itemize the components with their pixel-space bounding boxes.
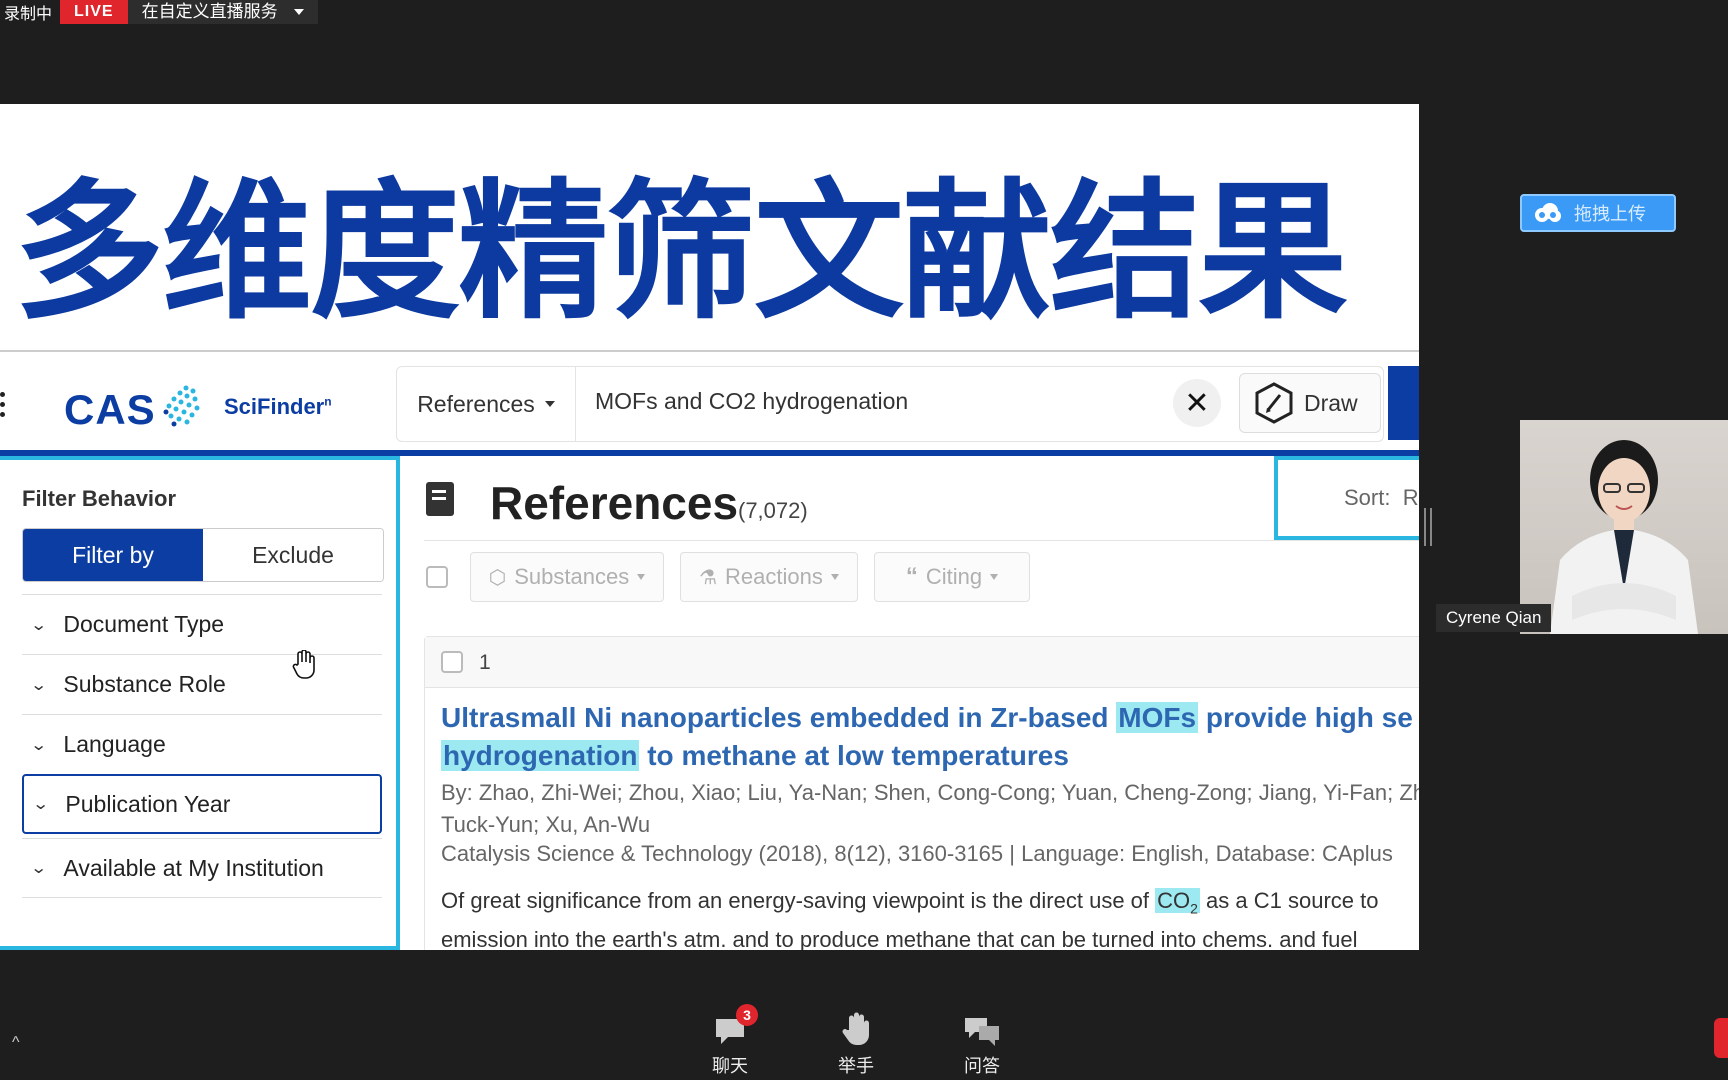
facet-label: Available at My Institution <box>63 854 324 881</box>
citing-label: Citing <box>925 564 983 589</box>
results-count: (7,072) <box>738 498 808 523</box>
filter-by-button[interactable]: Filter by <box>23 529 203 581</box>
substances-button[interactable]: ⬡ Substances <box>470 552 664 602</box>
draw-label: Draw <box>1304 389 1358 416</box>
filter-behavior-toggle: Filter by Exclude <box>22 528 384 582</box>
facet-publication-year[interactable]: ⌄ Publication Year <box>22 774 382 834</box>
raise-hand-label: 举手 <box>838 1056 874 1077</box>
select-all-checkbox[interactable] <box>426 566 448 588</box>
result-card: 1 Ultrasmall Ni nanoparticles embedded i… <box>424 636 1419 950</box>
qa-label: 问答 <box>964 1056 1000 1077</box>
qa-icon <box>965 1018 999 1046</box>
sort-value: R <box>1402 485 1419 510</box>
filter-panel: Filter Behavior Filter by Exclude ⌄ Docu… <box>0 456 400 950</box>
chevron-down-icon: ⌄ <box>31 796 50 813</box>
participant-video <box>1520 420 1728 634</box>
clear-search-button[interactable]: ✕ <box>1173 379 1221 427</box>
result-abstract: Of great significance from an energy-sav… <box>441 888 1379 950</box>
book-icon <box>426 482 454 516</box>
facet-document-type[interactable]: ⌄ Document Type <box>22 594 382 654</box>
facet-label: Language <box>63 731 166 757</box>
result-title-link[interactable]: Ultrasmall Ni nanoparticles embedded in … <box>441 699 1419 775</box>
chevron-down-icon: ⌄ <box>29 736 48 754</box>
substances-label: Substances <box>514 564 630 589</box>
facet-label: Document Type <box>63 611 225 637</box>
result-authors: By: Zhao, Zhi-Wei; Zhou, Xiao; Liu, Ya-N… <box>441 780 1419 837</box>
resize-handle[interactable] <box>1424 508 1432 546</box>
menu-icon[interactable] <box>0 392 6 422</box>
facet-label: Publication Year <box>65 790 231 817</box>
search-submit-button[interactable] <box>1388 366 1419 440</box>
hand-icon <box>842 1012 869 1045</box>
presenter-avatar <box>1550 440 1698 634</box>
leave-button[interactable] <box>1714 1018 1728 1058</box>
qa-button[interactable]: 问答 <box>942 1008 1022 1078</box>
participant-name-tag: Cyrene Qian <box>1436 604 1552 632</box>
chevron-down-icon: ⌄ <box>29 860 48 877</box>
draw-button[interactable]: Draw <box>1239 373 1381 433</box>
chevron-down-icon: ⌄ <box>29 676 48 694</box>
close-icon: ✕ <box>1184 386 1210 420</box>
upload-button[interactable]: 拖拽上传 <box>1520 194 1676 232</box>
upload-label: 拖拽上传 <box>1574 204 1646 225</box>
chevron-down-icon <box>544 401 555 407</box>
exclude-button[interactable]: Exclude <box>203 529 383 581</box>
slide-title: 多维度精筛文献结果 <box>14 166 1348 340</box>
sort-control[interactable]: Sort: R <box>1274 456 1419 540</box>
live-badge: LIVE <box>60 0 128 24</box>
stream-service-select[interactable]: 在自定义直播服务 <box>127 0 318 24</box>
facet-label: Substance Role <box>63 671 226 697</box>
scifinder-product-name: SciFindern <box>224 394 332 419</box>
cas-logo-mark-icon <box>163 385 200 427</box>
facet-substance-role[interactable]: ⌄ Substance Role <box>22 654 382 714</box>
result-card-header: 1 <box>425 637 1419 688</box>
search-bar: References ✕ Draw <box>396 366 1384 442</box>
citing-button[interactable]: “ Citing <box>874 552 1030 602</box>
stream-service-label: 在自定义直播服务 <box>141 2 278 22</box>
chat-button[interactable]: 3 聊天 <box>690 1004 770 1078</box>
shared-screen: 多维度精筛文献结果 CAS SciFindern References ✕ <box>0 104 1419 950</box>
search-type-label: References <box>417 390 535 417</box>
chevron-down-icon <box>830 574 839 580</box>
search-input[interactable] <box>593 387 1157 416</box>
hand-cursor-icon <box>292 650 315 679</box>
facet-language[interactable]: ⌄ Language <box>22 714 382 774</box>
chat-label: 聊天 <box>712 1056 748 1077</box>
chevron-down-icon <box>293 9 304 15</box>
filter-behavior-title: Filter Behavior <box>22 486 177 511</box>
chevron-up-icon[interactable]: ^ <box>12 1034 20 1052</box>
chevron-down-icon <box>990 574 999 580</box>
recording-status: 录制中 <box>4 4 53 23</box>
results-title: References <box>490 477 739 529</box>
results-panel: References (7,072) Sort: R ⬡ Substances … <box>404 456 1419 950</box>
chat-badge: 3 <box>736 1004 758 1026</box>
flask-icon: ⚗ <box>699 566 718 589</box>
chevron-down-icon: ⌄ <box>29 616 48 634</box>
scifinder-header: CAS SciFindern References ✕ <box>0 350 1419 456</box>
result-index: 1 <box>479 651 491 674</box>
quote-icon: “ <box>905 563 918 590</box>
cloud-upload-icon <box>1535 203 1561 222</box>
pencil-hexagon-icon <box>1255 382 1293 424</box>
result-checkbox[interactable] <box>441 651 463 673</box>
raise-hand-button[interactable]: 举手 <box>816 1008 896 1078</box>
sort-label: Sort: <box>1344 485 1391 510</box>
recording-bar: 录制中 LIVE 在自定义直播服务 <box>0 0 318 24</box>
reactions-button[interactable]: ⚗ Reactions <box>680 552 858 602</box>
facet-available-at-institution[interactable]: ⌄ Available at My Institution <box>22 838 382 898</box>
cas-logo: CAS <box>64 386 156 433</box>
result-source: Catalysis Science & Technology (2018), 8… <box>441 841 1393 866</box>
chevron-down-icon <box>637 574 646 580</box>
search-type-select[interactable]: References <box>397 367 576 441</box>
divider <box>424 540 1419 541</box>
substance-icon: ⬡ <box>488 566 507 589</box>
reactions-label: Reactions <box>725 564 823 589</box>
